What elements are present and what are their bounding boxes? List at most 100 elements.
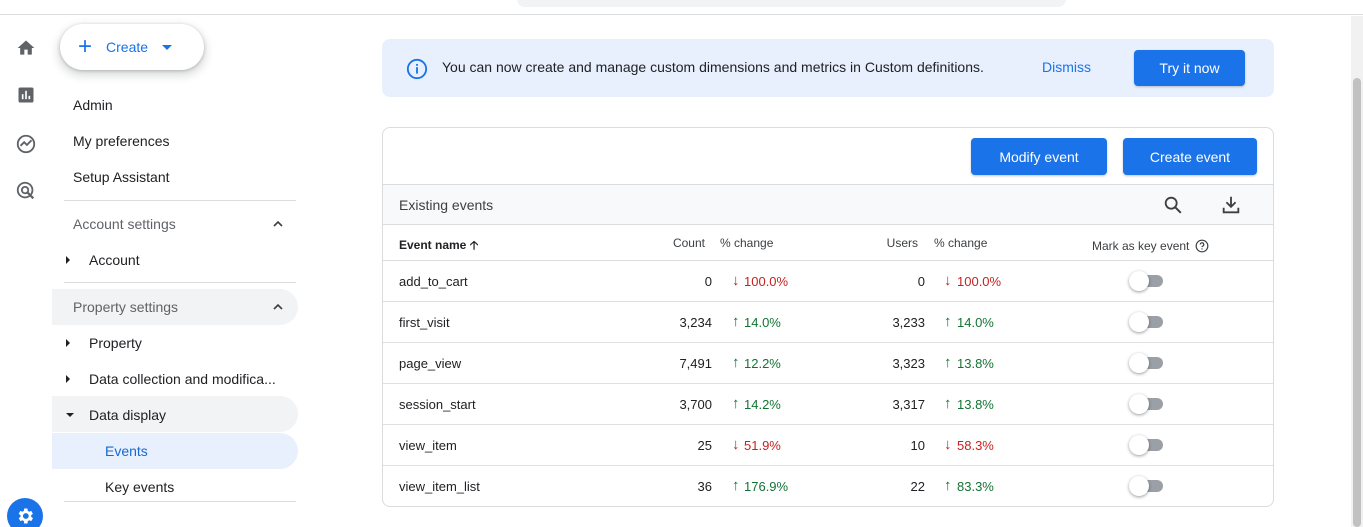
expand-arrow-icon[interactable] bbox=[66, 339, 70, 347]
info-banner: You can now create and manage custom dim… bbox=[382, 39, 1274, 97]
users-change-value: 58.3% bbox=[957, 438, 994, 453]
col-event-name[interactable]: Event name 🡡 bbox=[399, 236, 478, 257]
users-change-value: 14.0% bbox=[957, 315, 994, 330]
users-change-value: 13.8% bbox=[957, 356, 994, 371]
create-label: Create bbox=[106, 39, 149, 55]
key-event-toggle[interactable] bbox=[1129, 271, 1165, 291]
advertising-icon[interactable] bbox=[14, 179, 38, 203]
chevron-up-icon[interactable] bbox=[273, 302, 283, 312]
users-change-value: 100.0% bbox=[957, 274, 1002, 289]
table-row[interactable]: add_to_cart 0 ↓ 100.0% 0 ↓ 100.0% bbox=[383, 261, 1273, 302]
nav-item-property[interactable]: Property bbox=[89, 335, 142, 351]
nav-item-my-preferences[interactable]: My preferences bbox=[73, 133, 169, 149]
arrow-down-icon: ↓ bbox=[944, 436, 952, 453]
table-header: Event name 🡡 Count % change Users % chan… bbox=[383, 225, 1273, 261]
property-settings-header[interactable]: Property settings bbox=[73, 299, 178, 315]
key-event-toggle[interactable] bbox=[1129, 353, 1165, 373]
left-rail bbox=[0, 16, 52, 527]
users-change-value: 83.3% bbox=[957, 479, 994, 494]
help-icon[interactable] bbox=[1195, 239, 1209, 253]
expand-arrow-icon[interactable] bbox=[66, 256, 70, 264]
divider bbox=[64, 200, 296, 201]
arrow-up-icon: ↑ bbox=[732, 477, 740, 494]
table-row[interactable]: view_item_list 36 ↑ 176.9% 22 ↑ 83.3% bbox=[383, 466, 1273, 506]
count-change-value: 100.0% bbox=[744, 274, 789, 289]
arrow-up-icon: ↑ bbox=[732, 395, 740, 412]
event-name[interactable]: view_item_list bbox=[399, 479, 480, 494]
table-toolbar: Existing events bbox=[383, 184, 1273, 225]
key-event-toggle[interactable] bbox=[1129, 394, 1165, 414]
count-value: 36 bbox=[697, 479, 712, 494]
event-name[interactable]: page_view bbox=[399, 356, 461, 371]
nav-item-admin[interactable]: Admin bbox=[73, 97, 113, 113]
col-users-change[interactable]: % change bbox=[934, 236, 987, 250]
key-event-toggle[interactable] bbox=[1129, 312, 1165, 332]
event-name[interactable]: add_to_cart bbox=[399, 274, 468, 289]
search-icon[interactable] bbox=[1162, 194, 1184, 216]
col-count[interactable]: Count bbox=[673, 236, 705, 250]
modify-event-button[interactable]: Modify event bbox=[971, 138, 1107, 175]
nav-item-key-events[interactable]: Key events bbox=[105, 479, 174, 495]
arrow-up-icon: ↑ bbox=[732, 354, 740, 371]
nav-item-account[interactable]: Account bbox=[89, 252, 140, 268]
toggle-knob bbox=[1129, 353, 1149, 373]
key-event-toggle[interactable] bbox=[1129, 476, 1165, 496]
toggle-knob bbox=[1129, 312, 1149, 332]
users-value: 3,233 bbox=[892, 315, 925, 330]
count-change-value: 51.9% bbox=[744, 438, 781, 453]
sort-arrow-up-icon: 🡡 bbox=[469, 238, 479, 252]
count-value: 25 bbox=[697, 438, 712, 453]
explore-icon[interactable] bbox=[14, 132, 38, 156]
col-count-change[interactable]: % change bbox=[720, 236, 773, 250]
arrow-up-icon: ↑ bbox=[944, 313, 952, 330]
count-change-value: 14.2% bbox=[744, 397, 781, 412]
col-users[interactable]: Users bbox=[887, 236, 918, 250]
users-value: 3,317 bbox=[892, 397, 925, 412]
table-row[interactable]: first_visit 3,234 ↑ 14.0% 3,233 ↑ 14.0% bbox=[383, 302, 1273, 343]
download-icon[interactable] bbox=[1220, 194, 1242, 216]
table-row[interactable]: session_start 3,700 ↑ 14.2% 3,317 ↑ 13.8% bbox=[383, 384, 1273, 425]
arrow-up-icon: ↑ bbox=[944, 477, 952, 494]
try-it-now-button[interactable]: Try it now bbox=[1134, 50, 1245, 86]
create-button[interactable]: + Create bbox=[60, 24, 204, 70]
users-change-value: 13.8% bbox=[957, 397, 994, 412]
table-row[interactable]: page_view 7,491 ↑ 12.2% 3,323 ↑ 13.8% bbox=[383, 343, 1273, 384]
expand-arrow-icon[interactable] bbox=[66, 375, 70, 383]
nav-item-events[interactable]: Events bbox=[105, 443, 148, 459]
chevron-up-icon[interactable] bbox=[273, 219, 283, 229]
settings-icon[interactable] bbox=[7, 498, 43, 527]
search-bar[interactable] bbox=[517, 0, 1066, 7]
event-name[interactable]: first_visit bbox=[399, 315, 450, 330]
top-bar bbox=[0, 0, 1363, 15]
count-value: 0 bbox=[704, 274, 712, 289]
arrow-up-icon: ↑ bbox=[732, 313, 740, 330]
nav-item-setup-assistant[interactable]: Setup Assistant bbox=[73, 169, 170, 185]
toggle-knob bbox=[1129, 435, 1149, 455]
key-event-toggle[interactable] bbox=[1129, 435, 1165, 455]
count-value: 3,234 bbox=[679, 315, 712, 330]
count-change-value: 14.0% bbox=[744, 315, 781, 330]
info-icon bbox=[406, 58, 428, 80]
caret-down-icon bbox=[162, 44, 173, 50]
count-change-value: 12.2% bbox=[744, 356, 781, 371]
count-value: 7,491 bbox=[679, 356, 712, 371]
event-name[interactable]: session_start bbox=[399, 397, 476, 412]
nav-item-data-display[interactable]: Data display bbox=[89, 407, 166, 423]
scrollbar-thumb[interactable] bbox=[1353, 78, 1361, 527]
scrollbar[interactable] bbox=[1351, 16, 1363, 527]
banner-message: You can now create and manage custom dim… bbox=[442, 59, 984, 75]
users-value: 22 bbox=[910, 479, 925, 494]
nav-item-data-collection[interactable]: Data collection and modifica... bbox=[89, 371, 276, 387]
col-mark-key-event: Mark as key event bbox=[1092, 236, 1209, 253]
create-event-button[interactable]: Create event bbox=[1123, 138, 1257, 175]
event-name[interactable]: view_item bbox=[399, 438, 457, 453]
home-icon[interactable] bbox=[14, 36, 38, 60]
reports-icon[interactable] bbox=[14, 83, 38, 107]
arrow-down-icon: ↓ bbox=[732, 272, 740, 289]
toggle-knob bbox=[1129, 476, 1149, 496]
account-settings-header[interactable]: Account settings bbox=[73, 216, 176, 232]
collapse-arrow-icon[interactable] bbox=[66, 413, 74, 417]
table-row[interactable]: view_item 25 ↓ 51.9% 10 ↓ 58.3% bbox=[383, 425, 1273, 466]
dismiss-button[interactable]: Dismiss bbox=[1042, 59, 1091, 75]
users-value: 10 bbox=[910, 438, 925, 453]
